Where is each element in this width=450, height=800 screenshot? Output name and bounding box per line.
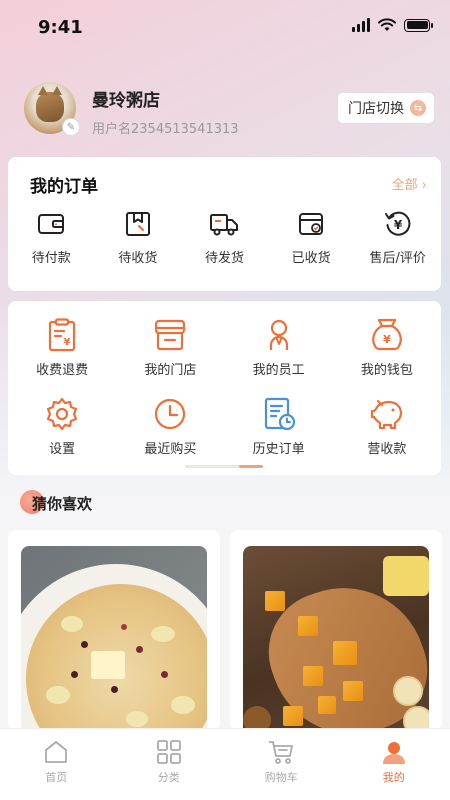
clipboard-yen-icon: ¥	[49, 318, 76, 352]
shop-name: 曼玲粥店	[92, 91, 160, 111]
cart-icon	[269, 741, 294, 764]
product-card[interactable]	[8, 530, 220, 730]
grid-icon	[156, 740, 181, 764]
tool-settings[interactable]: 设置	[8, 396, 116, 457]
history-doc-icon	[264, 397, 295, 431]
profile-header: ✎ 曼玲粥店 用户名2354513541313 门店切换 ⇆	[24, 82, 434, 138]
order-item-pending-shipment[interactable]: 待发货	[181, 209, 268, 266]
refund-icon: ¥	[384, 211, 411, 236]
username: 用户名2354513541313	[92, 122, 239, 137]
svg-text:¥: ¥	[393, 218, 402, 232]
tab-category[interactable]: 分类	[113, 729, 226, 800]
order-item-pending-receipt[interactable]: 待收货	[95, 209, 182, 266]
tool-label: 营收款	[367, 442, 407, 457]
tool-label: 我的门店	[144, 363, 197, 378]
tool-recent-purchases[interactable]: 最近购买	[116, 396, 224, 457]
orders-title: 我的订单	[30, 177, 98, 197]
tool-label: 最近购买	[144, 442, 197, 457]
order-item-label: 待发货	[204, 251, 244, 266]
order-item-label: 待付款	[31, 251, 71, 266]
product-image-crepe	[21, 546, 207, 730]
page-indicator-active	[239, 465, 263, 468]
signal-icon	[352, 18, 370, 32]
tab-home[interactable]: 首页	[0, 729, 113, 800]
tool-label: 收费退费	[36, 363, 89, 378]
money-bag-icon: ¥	[372, 318, 402, 351]
store-icon	[155, 319, 186, 351]
home-icon	[45, 741, 68, 763]
tab-label: 我的	[382, 771, 405, 784]
view-all-orders-link[interactable]: 全部 ›	[392, 174, 427, 193]
staff-icon	[269, 319, 288, 350]
order-item-received[interactable]: 已收货	[268, 209, 355, 266]
status-bar: 9:41	[0, 0, 450, 54]
tab-mine[interactable]: 我的	[338, 729, 450, 800]
chevron-right-icon: ›	[421, 178, 427, 193]
store-switch-label: 门店切换	[348, 101, 404, 117]
tool-revenue[interactable]: 营收款	[333, 396, 441, 457]
tools-card: ¥ 收费退费 我的门店 我的员工 ¥ 我的钱包 设置 最近购买 历史订单 营收款	[8, 301, 441, 475]
wallet-icon	[38, 214, 65, 234]
order-item-label: 售后/评价	[369, 251, 426, 266]
tool-my-store[interactable]: 我的门店	[116, 317, 224, 378]
truck-icon	[210, 214, 239, 236]
order-status-row: 待付款 待收货 待发货 已收货 ¥ 售后/评价	[8, 209, 441, 266]
clock-icon	[155, 398, 186, 430]
svg-text:¥: ¥	[64, 337, 71, 348]
tool-label: 我的员工	[252, 363, 305, 378]
tool-billing-refund[interactable]: ¥ 收费退费	[8, 317, 116, 378]
package-icon	[125, 212, 150, 236]
view-all-label: 全部	[391, 178, 418, 193]
tool-my-wallet[interactable]: ¥ 我的钱包	[333, 317, 441, 378]
tab-label: 分类	[157, 771, 180, 784]
page-indicator	[185, 465, 263, 468]
status-time: 9:41	[38, 17, 83, 38]
product-card[interactable]	[230, 530, 442, 730]
tools-grid: ¥ 收费退费 我的门店 我的员工 ¥ 我的钱包 设置 最近购买 历史订单 营收款	[8, 317, 441, 457]
orders-card: 我的订单 全部 › 待付款 待收货 待发货 已收货 ¥ 售后/评价	[8, 157, 441, 291]
gear-icon	[47, 397, 78, 431]
status-icons	[352, 18, 433, 32]
avatar-edit-icon[interactable]: ✎	[62, 118, 80, 136]
bottom-tab-bar: 首页 分类 购物车 我的	[0, 728, 450, 800]
tab-cart[interactable]: 购物车	[225, 729, 338, 800]
battery-icon	[404, 18, 433, 32]
order-item-label: 待收货	[118, 251, 158, 266]
switch-arrows-icon: ⇆	[410, 100, 426, 116]
user-icon	[382, 742, 405, 764]
recommendations-title: 猜你喜欢	[32, 494, 93, 513]
order-item-after-sales[interactable]: ¥ 售后/评价	[354, 209, 441, 266]
svg-text:¥: ¥	[383, 333, 391, 346]
tool-label: 历史订单	[252, 442, 305, 457]
tab-label: 首页	[45, 771, 68, 784]
piggy-bank-icon	[370, 399, 402, 430]
store-switch-button[interactable]: 门店切换 ⇆	[338, 93, 434, 123]
tool-label: 我的钱包	[360, 363, 413, 378]
product-image-cheese	[243, 546, 429, 730]
tool-order-history[interactable]: 历史订单	[225, 396, 333, 457]
tool-my-staff[interactable]: 我的员工	[225, 317, 333, 378]
recommendations-heading: 猜你喜欢	[20, 490, 92, 516]
tool-label: 设置	[49, 442, 76, 457]
order-item-pending-payment[interactable]: 待付款	[8, 209, 95, 266]
wifi-icon	[378, 18, 396, 31]
tab-label: 购物车	[264, 771, 298, 784]
received-icon	[299, 213, 324, 235]
order-item-label: 已收货	[291, 251, 331, 266]
